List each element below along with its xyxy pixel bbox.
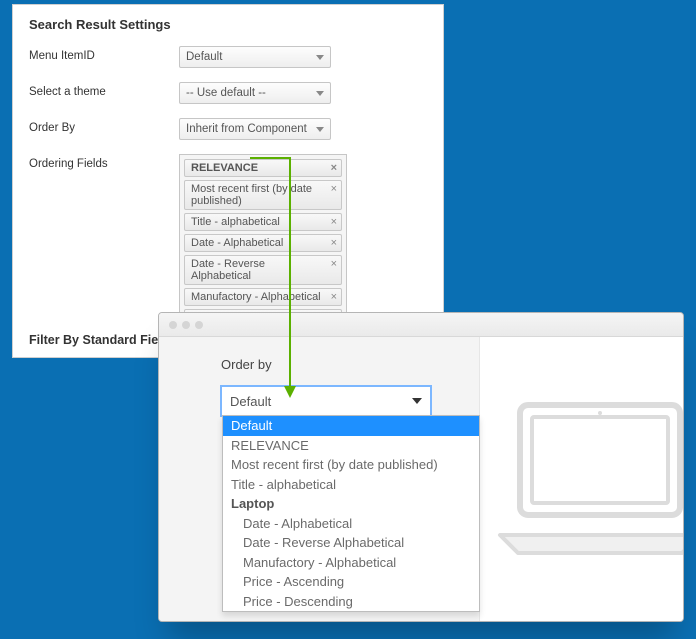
dropdown-optgroup: Laptop: [223, 494, 479, 514]
chevron-down-icon: [316, 55, 324, 60]
label-menu-item-id: Menu ItemID: [29, 46, 179, 62]
window-dot-icon: [169, 321, 177, 329]
dropdown-option[interactable]: Most recent first (by date published): [223, 455, 479, 475]
preview-sidebar: Order by Default DefaultRELEVANCEMost re…: [159, 337, 479, 621]
laptop-icon: [490, 385, 684, 585]
row-order-by: Order By Inherit from Component: [29, 118, 427, 140]
select-value: Default: [186, 51, 222, 63]
dropdown-option[interactable]: Default: [223, 416, 479, 436]
dropdown-option[interactable]: Price - Descending: [223, 592, 479, 612]
window-titlebar: [159, 313, 683, 337]
window-dot-icon: [195, 321, 203, 329]
preview-product-area: [479, 337, 683, 621]
preview-body: Order by Default DefaultRELEVANCEMost re…: [159, 337, 683, 621]
orderby-label: Order by: [221, 357, 479, 372]
settings-panel: Search Result Settings Menu ItemID Defau…: [12, 4, 444, 358]
tag-label: Manufactory - Alphabetical: [191, 291, 321, 303]
dropdown-option[interactable]: Date - Alphabetical: [223, 514, 479, 534]
tag-label: Date - Alphabetical: [191, 237, 283, 249]
tag-label: Title - alphabetical: [191, 216, 280, 228]
chevron-down-icon: [316, 91, 324, 96]
dropdown-option[interactable]: Date - Reverse Alphabetical: [223, 533, 479, 553]
tag-label: Date - Reverse Alphabetical: [191, 258, 325, 282]
remove-tag-icon[interactable]: ×: [331, 258, 337, 270]
label-ordering-fields: Ordering Fields: [29, 154, 179, 170]
select-value: Inherit from Component: [186, 123, 307, 135]
dropdown-option[interactable]: Title - alphabetical: [223, 475, 479, 495]
ordering-field-tag[interactable]: Most recent first (by date published) ×: [184, 180, 342, 210]
ordering-field-tag[interactable]: RELEVANCE ×: [184, 159, 342, 177]
select-theme[interactable]: -- Use default --: [179, 82, 331, 104]
chevron-down-icon: [412, 398, 422, 404]
ordering-field-tag[interactable]: Manufactory - Alphabetical ×: [184, 288, 342, 306]
filter-by-standard-fields-heading: Filter By Standard Fiel: [29, 333, 162, 347]
label-theme: Select a theme: [29, 82, 179, 98]
select-order-by[interactable]: Inherit from Component: [179, 118, 331, 140]
chevron-down-icon: [316, 127, 324, 132]
dropdown-option[interactable]: Manufactory - Alphabetical: [223, 553, 479, 573]
settings-title: Search Result Settings: [29, 17, 427, 32]
select-menu-item-id[interactable]: Default: [179, 46, 331, 68]
window-dot-icon: [182, 321, 190, 329]
preview-window: Order by Default DefaultRELEVANCEMost re…: [158, 312, 684, 622]
remove-tag-icon[interactable]: ×: [331, 237, 337, 249]
remove-tag-icon[interactable]: ×: [331, 216, 337, 228]
select-value: -- Use default --: [186, 87, 266, 99]
ordering-field-tag[interactable]: Date - Alphabetical ×: [184, 234, 342, 252]
orderby-dropdown[interactable]: Default DefaultRELEVANCEMost recent firs…: [221, 386, 431, 416]
tag-label: Most recent first (by date published): [191, 183, 325, 207]
dropdown-option[interactable]: Price - Ascending: [223, 572, 479, 592]
dropdown-value: Default: [230, 394, 271, 409]
label-order-by: Order By: [29, 118, 179, 134]
row-theme: Select a theme -- Use default --: [29, 82, 427, 104]
ordering-field-tag[interactable]: Title - alphabetical ×: [184, 213, 342, 231]
remove-tag-icon[interactable]: ×: [331, 162, 337, 174]
ordering-field-tag[interactable]: Date - Reverse Alphabetical ×: [184, 255, 342, 285]
orderby-dropdown-list[interactable]: DefaultRELEVANCEMost recent first (by da…: [222, 415, 480, 612]
dropdown-option[interactable]: RELEVANCE: [223, 436, 479, 456]
remove-tag-icon[interactable]: ×: [331, 291, 337, 303]
remove-tag-icon[interactable]: ×: [331, 183, 337, 195]
tag-label: RELEVANCE: [191, 162, 258, 174]
row-menu-item-id: Menu ItemID Default: [29, 46, 427, 68]
